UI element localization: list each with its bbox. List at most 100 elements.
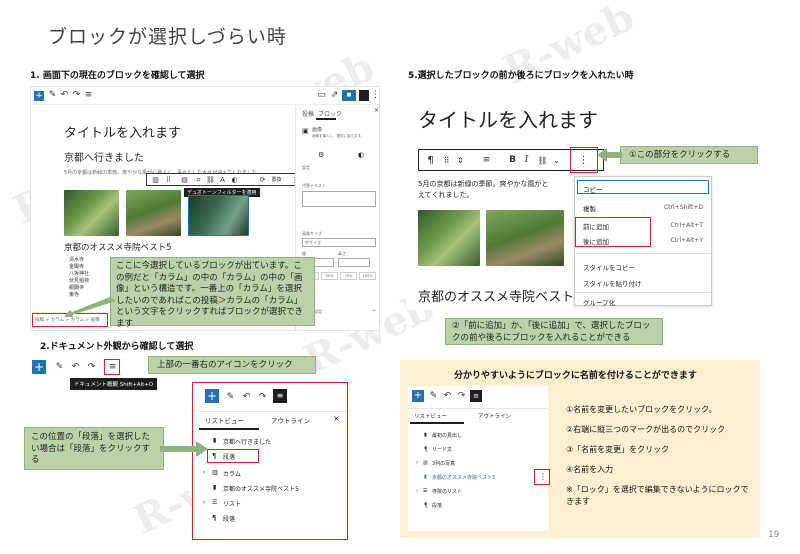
close-icon[interactable]: ×: [374, 107, 379, 114]
drag-icon[interactable]: ⠿: [163, 175, 174, 186]
rename-steps: ①名前を変更したいブロックをクリック。 ②右端に縦三つのマークが出るのでクリック…: [566, 400, 756, 508]
document-overview-icon[interactable]: ≡: [107, 362, 118, 373]
list-view-item[interactable]: 段落: [432, 502, 442, 509]
list-view-item[interactable]: 段落: [223, 452, 235, 461]
menu-item-group[interactable]: グループ化: [583, 297, 615, 307]
document-overview-icon[interactable]: ≡: [470, 390, 482, 402]
image-buddha[interactable]: [126, 190, 181, 236]
add-block-button[interactable]: +: [32, 360, 46, 374]
list-view-item[interactable]: 寺院のリスト: [432, 488, 462, 495]
pct-75-button[interactable]: 75%: [340, 272, 357, 280]
undo-icon[interactable]: ↶: [70, 362, 81, 373]
add-block-button[interactable]: +: [34, 91, 44, 101]
text-icon[interactable]: A: [217, 175, 228, 186]
tab-outline[interactable]: アウトライン: [271, 415, 310, 425]
image-buddha[interactable]: [486, 210, 564, 266]
close-icon[interactable]: ×: [333, 414, 340, 423]
post-paragraph-cont[interactable]: えてくれました。: [418, 190, 473, 200]
post-heading[interactable]: 京都へ行きました: [64, 149, 144, 164]
document-overview-icon[interactable]: ≡: [273, 389, 287, 403]
replace-icon[interactable]: ⟳: [257, 175, 268, 186]
options-kebab-icon[interactable]: ⋮: [578, 155, 589, 166]
move-icon[interactable]: ⇕: [455, 155, 466, 166]
add-block-button[interactable]: +: [412, 390, 424, 402]
more-icon[interactable]: ⋮: [370, 90, 379, 101]
image-size-select[interactable]: 中サイズ: [302, 238, 376, 247]
link-icon[interactable]: ⛓: [537, 155, 548, 166]
chevron-right-icon[interactable]: ›: [203, 499, 205, 506]
tab-post[interactable]: 投稿: [302, 109, 314, 118]
crop-icon[interactable]: ⌗: [193, 175, 204, 186]
alt-text-input[interactable]: [302, 191, 376, 207]
tab-block[interactable]: ブロック: [318, 109, 342, 118]
drag-icon[interactable]: ⠿: [441, 155, 452, 166]
align-icon[interactable]: ≡: [481, 155, 492, 166]
external-icon[interactable]: ⇗: [329, 90, 340, 101]
pct-100-button[interactable]: 100%: [359, 272, 376, 280]
list-view-item[interactable]: リード文: [432, 446, 452, 453]
tab-outline[interactable]: アウトライン: [478, 412, 511, 420]
settings-toggle[interactable]: [359, 90, 369, 101]
menu-item-copy-styles[interactable]: スタイルをコピー: [583, 262, 635, 272]
redo-icon[interactable]: ↷: [257, 392, 268, 403]
italic-icon[interactable]: I: [521, 155, 532, 166]
image-forest-1[interactable]: [418, 210, 480, 266]
list-view-item[interactable]: 京都のオススメ寺院ベスト5: [223, 484, 299, 493]
link-icon[interactable]: ⛓: [205, 175, 216, 186]
redo-icon[interactable]: ↷: [86, 362, 97, 373]
chevron-right-icon[interactable]: ›: [416, 488, 418, 494]
menu-item-insert-before[interactable]: 前に追加: [583, 221, 609, 231]
menu-item-duplicate[interactable]: 複製: [583, 203, 596, 213]
post-title[interactable]: タイトルを入れます: [64, 122, 181, 141]
redo-icon[interactable]: ↷: [71, 90, 82, 101]
menu-item-insert-after[interactable]: 後に追加: [583, 236, 609, 246]
post-subheading[interactable]: 京都のオススメ寺院ベスト5: [64, 241, 172, 253]
pct-50-button[interactable]: 50%: [321, 272, 338, 280]
add-block-button[interactable]: +: [205, 389, 219, 403]
settings-gear-icon[interactable]: ⚙: [318, 151, 324, 159]
chevron-right-icon[interactable]: ›: [203, 469, 205, 476]
post-subheading[interactable]: 京都のオススメ寺院ベスト: [418, 286, 574, 305]
list-view-item[interactable]: カラム: [223, 469, 241, 478]
chevron-down-icon[interactable]: ⌄: [551, 155, 562, 166]
list-view-item-selected[interactable]: 京都のオススメ寺院ベスト5: [432, 474, 495, 481]
replace-button[interactable]: 置換: [271, 175, 282, 186]
image-forest-1[interactable]: [64, 190, 119, 236]
preview-icon[interactable]: ▭: [316, 90, 327, 101]
pencil-icon[interactable]: ✎: [225, 392, 236, 403]
list-view-item[interactable]: 段落: [223, 514, 235, 523]
post-list[interactable]: 清水寺 金閣寺 八坂神社 伏見稲荷 銀閣寺 東寺: [69, 257, 89, 299]
image-forest-selected[interactable]: [188, 195, 249, 236]
pencil-icon[interactable]: ✎: [47, 90, 58, 101]
paragraph-icon[interactable]: ¶: [425, 155, 436, 166]
rename-heading: 分かりやすいようにブロックに名前を付けることができます: [454, 371, 697, 381]
menu-item-paste-styles[interactable]: スタイルを貼り付け: [583, 278, 642, 288]
bold-icon[interactable]: B: [507, 155, 518, 166]
document-overview-icon[interactable]: ≡: [83, 90, 94, 101]
pencil-icon[interactable]: ✎: [428, 391, 439, 402]
height-input[interactable]: [338, 258, 370, 267]
pencil-icon[interactable]: ✎: [54, 362, 65, 373]
tab-list-view[interactable]: リストビュー: [205, 415, 244, 425]
post-title[interactable]: タイトルを入れます: [418, 104, 598, 133]
list-view-item[interactable]: 京都へ行きました: [223, 437, 271, 446]
post-paragraph[interactable]: 5月の京都は新緑の季節。爽やかな風がと: [418, 179, 548, 189]
duotone-icon[interactable]: ◐: [229, 175, 240, 186]
arrow-to-paragraph: [160, 441, 208, 457]
list-view-item[interactable]: 最初の見出し: [432, 432, 462, 439]
publish-button[interactable]: ■: [342, 90, 356, 101]
redo-icon[interactable]: ↷: [456, 391, 467, 402]
align-icon[interactable]: ▤: [179, 175, 190, 186]
chevron-down-icon[interactable]: ⌄: [372, 307, 376, 313]
columns-icon[interactable]: ▥: [150, 175, 161, 186]
styles-icon[interactable]: ◐: [358, 151, 364, 159]
list-view-item[interactable]: リスト: [223, 499, 241, 508]
tab-list-view[interactable]: リストビュー: [414, 412, 447, 420]
menu-item-copy[interactable]: コピー: [583, 184, 603, 194]
undo-icon[interactable]: ↶: [59, 90, 70, 101]
options-kebab-icon[interactable]: ⋮: [539, 472, 547, 481]
list-view-item[interactable]: 3列の写真: [432, 460, 455, 467]
undo-icon[interactable]: ↶: [241, 392, 252, 403]
chevron-right-icon[interactable]: ›: [416, 460, 418, 466]
undo-icon[interactable]: ↶: [442, 391, 453, 402]
